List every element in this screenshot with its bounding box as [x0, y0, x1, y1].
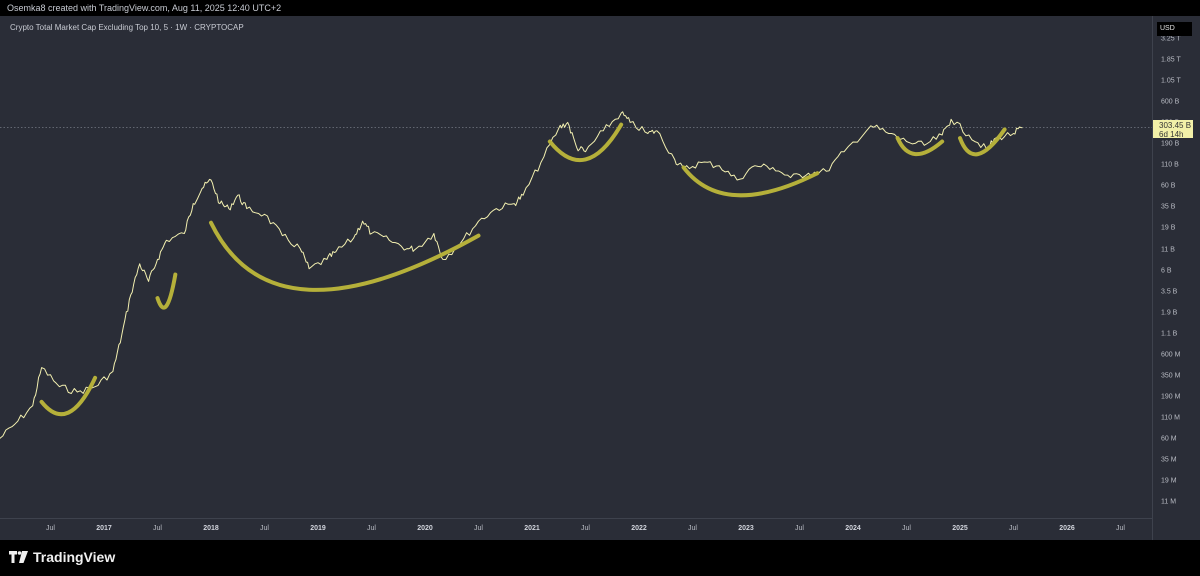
footer: TradingView — [0, 540, 1200, 576]
annotation-curve-1 — [39, 375, 98, 417]
annotation-curve-7 — [958, 127, 1007, 157]
annotation-curve-2 — [155, 272, 178, 310]
chart-svg — [0, 111, 1152, 439]
last-price-tag: 303.45 B 6d 14h — [1153, 119, 1193, 139]
price-series-line — [0, 111, 1023, 439]
annotation-curve-6 — [895, 136, 945, 157]
annotation-curve-4 — [547, 122, 624, 163]
bar-countdown: 6d 14h — [1159, 129, 1184, 139]
last-price-value: 303.45 B — [1159, 120, 1192, 130]
annotation-curve-3 — [209, 220, 481, 292]
brand-name: TradingView — [33, 549, 116, 565]
tradingview-logo-icon — [9, 551, 28, 563]
brand[interactable]: TradingView — [9, 549, 115, 565]
annotation-curve-5 — [681, 165, 820, 198]
